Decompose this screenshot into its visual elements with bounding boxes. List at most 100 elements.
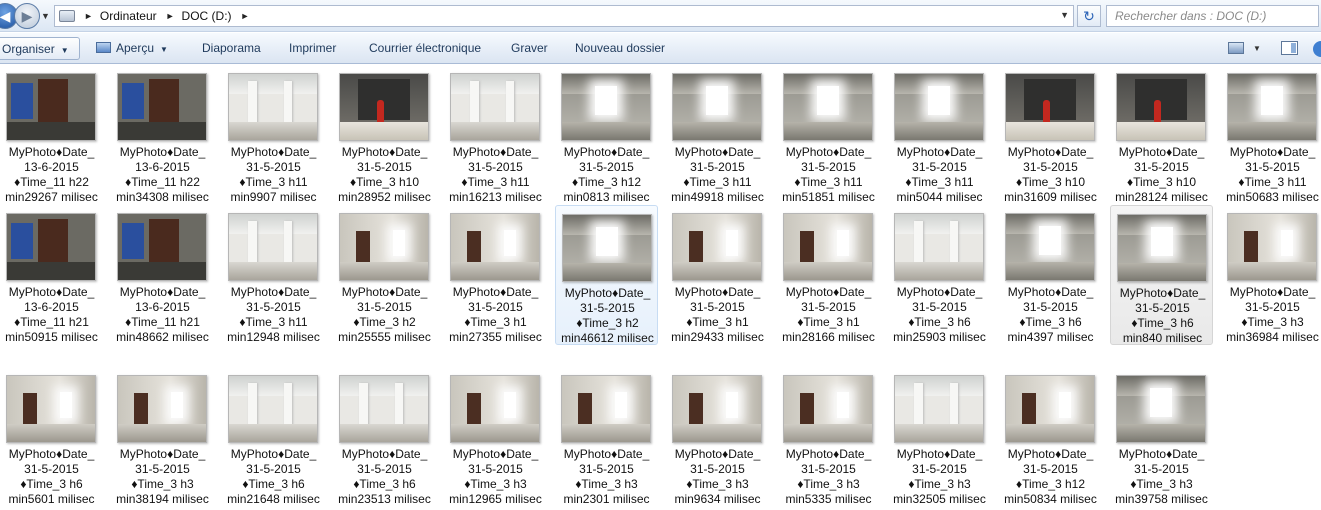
- file-name-line: MyPhoto♦Date_: [563, 447, 650, 461]
- photo-thumbnail: [117, 213, 207, 281]
- file-item[interactable]: MyPhoto♦Date_ 13-6-2015 ♦Time_11 h21 min486…: [111, 205, 214, 345]
- search-input[interactable]: Rechercher dans : DOC (D:): [1106, 5, 1319, 27]
- file-name-line: ♦Time_3 h3: [908, 477, 971, 491]
- file-item[interactable]: MyPhoto♦Date_ 31-5-2015 ♦Time_3 h6 min25903…: [888, 205, 991, 345]
- file-item[interactable]: MyPhoto♦Date_ 31-5-2015 ♦Time_3 h3 min12965…: [444, 367, 547, 507]
- refresh-button[interactable]: ↻: [1077, 5, 1101, 27]
- chevron-right-icon[interactable]: ►: [166, 11, 175, 21]
- file-name-line: ♦Time_3 h2: [353, 315, 416, 329]
- file-item[interactable]: MyPhoto♦Date_ 31-5-2015 ♦Time_3 h10 min3160…: [999, 65, 1102, 205]
- breadcrumb-ordinateur[interactable]: Ordinateur: [100, 9, 157, 23]
- file-item[interactable]: MyPhoto♦Date_ 31-5-2015 ♦Time_3 h1 min29433…: [666, 205, 769, 345]
- file-item[interactable]: MyPhoto♦Date_ 13-6-2015 ♦Time_11 h22 min292…: [0, 65, 103, 205]
- file-item[interactable]: MyPhoto♦Date_ 31-5-2015 ♦Time_3 h3 min32505…: [888, 367, 991, 507]
- file-item[interactable]: MyPhoto♦Date_ 31-5-2015 ♦Time_3 h1 min28166…: [777, 205, 880, 345]
- file-name-line: MyPhoto♦Date_: [1007, 145, 1094, 159]
- file-name-line: 31-5-2015: [912, 300, 967, 314]
- file-item[interactable]: MyPhoto♦Date_ 13-6-2015 ♦Time_11 h21 min509…: [0, 205, 103, 345]
- file-item[interactable]: MyPhoto♦Date_ 31-5-2015 ♦Time_3 h3 min5335 …: [777, 367, 880, 507]
- file-name-line: ♦Time_3 h11: [794, 175, 863, 189]
- courrier-button[interactable]: Courrier électronique: [369, 41, 481, 55]
- file-name: MyPhoto♦Date_ 31-5-2015 ♦Time_3 h1 min28166…: [777, 285, 880, 345]
- file-item[interactable]: MyPhoto♦Date_ 31-5-2015 ♦Time_3 h1 min27355…: [444, 205, 547, 345]
- file-item[interactable]: MyPhoto♦Date_ 31-5-2015 ♦Time_3 h12 min5083…: [999, 367, 1102, 507]
- file-name-line: 31-5-2015: [24, 462, 79, 476]
- file-item[interactable]: MyPhoto♦Date_ 31-5-2015 ♦Time_3 h12 min0813…: [555, 65, 658, 205]
- file-name-line: 31-5-2015: [690, 462, 745, 476]
- file-item[interactable]: MyPhoto♦Date_ 31-5-2015 ♦Time_3 h3 min2301 …: [555, 367, 658, 507]
- file-name-line: min5601 milisec: [8, 492, 95, 506]
- chevron-right-icon[interactable]: ►: [241, 11, 250, 21]
- file-name-line: MyPhoto♦Date_: [563, 145, 650, 159]
- file-name-line: min50683 milisec: [1226, 190, 1319, 204]
- file-item[interactable]: MyPhoto♦Date_ 31-5-2015 ♦Time_3 h2 min25555…: [333, 205, 436, 345]
- file-name-line: 31-5-2015: [468, 300, 523, 314]
- file-name-line: MyPhoto♦Date_: [230, 145, 317, 159]
- file-name: MyPhoto♦Date_ 31-5-2015 ♦Time_3 h11 min5044…: [888, 145, 991, 205]
- file-item[interactable]: MyPhoto♦Date_ 13-6-2015 ♦Time_11 h22 min343…: [111, 65, 214, 205]
- organiser-button[interactable]: Organiser ▼: [0, 37, 80, 60]
- file-name-line: ♦Time_3 h12: [571, 175, 642, 189]
- file-item[interactable]: MyPhoto♦Date_ 31-5-2015 ♦Time_3 h2 min46612…: [555, 205, 658, 345]
- file-name-line: 31-5-2015: [357, 300, 412, 314]
- graver-button[interactable]: Graver: [511, 41, 548, 55]
- diaporama-button[interactable]: Diaporama: [202, 41, 261, 55]
- chevron-down-icon: ▼: [60, 46, 69, 55]
- address-history-dropdown[interactable]: ▼: [1060, 10, 1069, 20]
- recent-pages-dropdown[interactable]: ▼: [41, 11, 50, 21]
- file-item[interactable]: MyPhoto♦Date_ 31-5-2015 ♦Time_3 h3 min39758…: [1110, 367, 1213, 507]
- file-item[interactable]: MyPhoto♦Date_ 31-5-2015 ♦Time_3 h3 min36984…: [1221, 205, 1321, 345]
- file-item[interactable]: MyPhoto♦Date_ 31-5-2015 ♦Time_3 h11 min9907…: [222, 65, 325, 205]
- file-item[interactable]: MyPhoto♦Date_ 31-5-2015 ♦Time_3 h11 min5068…: [1221, 65, 1321, 205]
- file-name-line: ♦Time_11 h21: [14, 315, 89, 329]
- breadcrumb-doc-d[interactable]: DOC (D:): [182, 9, 232, 23]
- file-name-line: 13-6-2015: [135, 300, 190, 314]
- photo-thumbnail: [228, 73, 318, 141]
- file-name-line: ♦Time_3 h1: [464, 315, 527, 329]
- apercu-button[interactable]: Aperçu ▼: [96, 41, 168, 55]
- computer-icon: [59, 10, 75, 22]
- file-name-line: min46612 milisec: [561, 331, 654, 345]
- file-item[interactable]: MyPhoto♦Date_ 31-5-2015 ♦Time_3 h11 min4991…: [666, 65, 769, 205]
- photo-thumbnail: [339, 73, 429, 141]
- file-item[interactable]: MyPhoto♦Date_ 31-5-2015 ♦Time_3 h10 min2812…: [1110, 65, 1213, 205]
- file-name: MyPhoto♦Date_ 31-5-2015 ♦Time_3 h10 min2895…: [333, 145, 436, 205]
- file-name-line: MyPhoto♦Date_: [452, 447, 539, 461]
- file-name: MyPhoto♦Date_ 31-5-2015 ♦Time_3 h1 min27355…: [444, 285, 547, 345]
- file-name-line: min840 milisec: [1122, 331, 1203, 345]
- imprimer-button[interactable]: Imprimer: [289, 41, 336, 55]
- file-name-line: min5044 milisec: [896, 190, 983, 204]
- file-name: MyPhoto♦Date_ 31-5-2015 ♦Time_3 h1 min29433…: [666, 285, 769, 345]
- file-item[interactable]: MyPhoto♦Date_ 31-5-2015 ♦Time_3 h6 min840 m…: [1110, 205, 1213, 345]
- file-name-line: 31-5-2015: [468, 462, 523, 476]
- nouveau-dossier-button[interactable]: Nouveau dossier: [575, 41, 665, 55]
- file-item[interactable]: MyPhoto♦Date_ 31-5-2015 ♦Time_3 h11 min5185…: [777, 65, 880, 205]
- preview-pane-icon[interactable]: [1281, 41, 1298, 55]
- forward-button[interactable]: ▶: [14, 3, 40, 29]
- file-item[interactable]: MyPhoto♦Date_ 31-5-2015 ♦Time_3 h3 min38194…: [111, 367, 214, 507]
- file-item[interactable]: MyPhoto♦Date_ 31-5-2015 ♦Time_3 h6 min4397 …: [999, 205, 1102, 345]
- help-icon[interactable]: [1313, 41, 1321, 57]
- file-item[interactable]: MyPhoto♦Date_ 31-5-2015 ♦Time_3 h11 min1294…: [222, 205, 325, 345]
- file-item[interactable]: MyPhoto♦Date_ 31-5-2015 ♦Time_3 h6 min21648…: [222, 367, 325, 507]
- view-options-dropdown[interactable]: ▼: [1253, 44, 1261, 53]
- file-name-line: ♦Time_3 h11: [905, 175, 974, 189]
- file-name-line: 31-5-2015: [912, 462, 967, 476]
- chevron-right-icon[interactable]: ►: [84, 11, 93, 21]
- file-name-line: ♦Time_3 h3: [575, 477, 638, 491]
- file-item[interactable]: MyPhoto♦Date_ 31-5-2015 ♦Time_3 h11 min5044…: [888, 65, 991, 205]
- file-name-line: 13-6-2015: [135, 160, 190, 174]
- file-item[interactable]: MyPhoto♦Date_ 31-5-2015 ♦Time_3 h6 min23513…: [333, 367, 436, 507]
- file-name-line: MyPhoto♦Date_: [119, 285, 206, 299]
- change-view-icon[interactable]: [1228, 42, 1244, 54]
- file-name-line: ♦Time_3 h6: [908, 315, 971, 329]
- file-item[interactable]: MyPhoto♦Date_ 31-5-2015 ♦Time_3 h11 min1621…: [444, 65, 547, 205]
- file-name-line: 31-5-2015: [246, 160, 301, 174]
- file-name-line: min51851 milisec: [782, 190, 875, 204]
- file-item[interactable]: MyPhoto♦Date_ 31-5-2015 ♦Time_3 h3 min9634 …: [666, 367, 769, 507]
- file-name: MyPhoto♦Date_ 31-5-2015 ♦Time_3 h3 min36984…: [1221, 285, 1321, 345]
- address-field[interactable]: ► Ordinateur ► DOC (D:) ► ▼: [54, 5, 1074, 27]
- address-bar: ◀ ▶ ▼ ► Ordinateur ► DOC (D:) ► ▼ ↻ Rech…: [0, 0, 1321, 32]
- file-item[interactable]: MyPhoto♦Date_ 31-5-2015 ♦Time_3 h10 min2895…: [333, 65, 436, 205]
- file-item[interactable]: MyPhoto♦Date_ 31-5-2015 ♦Time_3 h6 min5601 …: [0, 367, 103, 507]
